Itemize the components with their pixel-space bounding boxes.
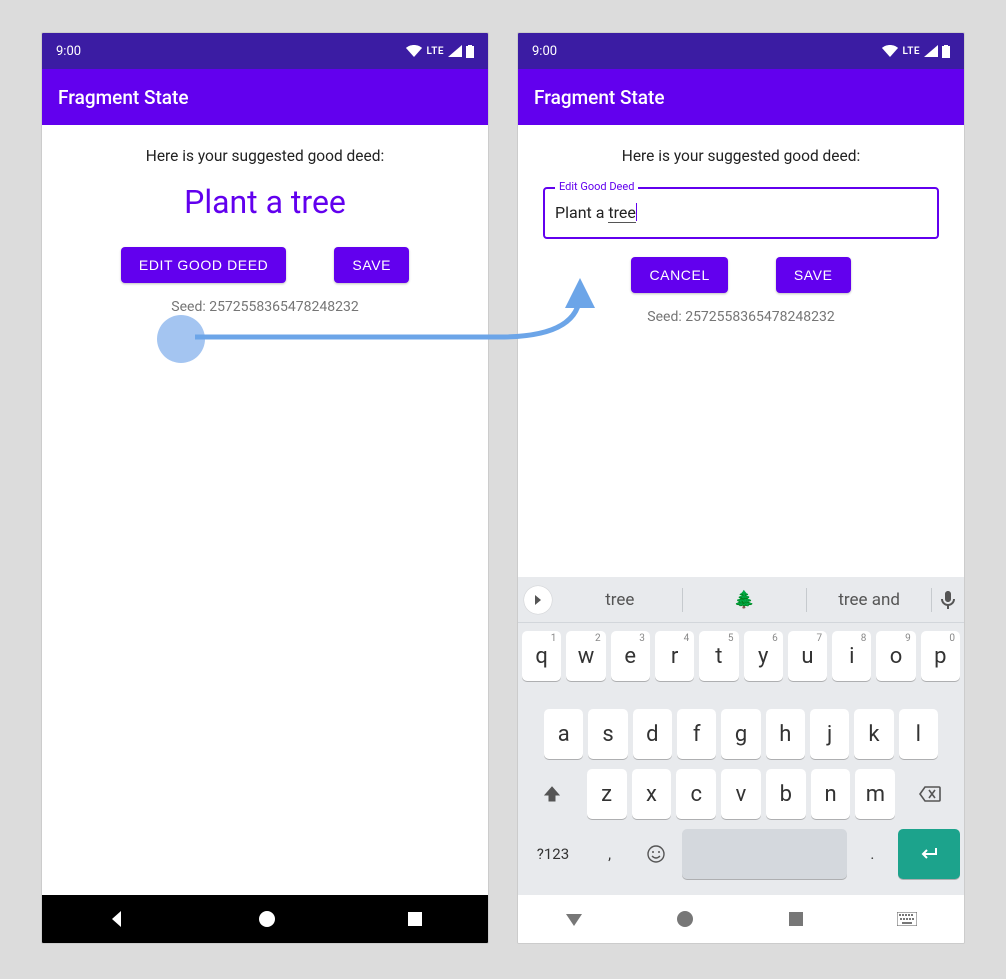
key-x[interactable]: x — [632, 769, 672, 819]
main-content: Here is your suggested good deed: Edit G… — [518, 125, 964, 577]
key-z[interactable]: z — [587, 769, 627, 819]
edit-value-prefix: Plant a — [555, 203, 608, 222]
main-content: Here is your suggested good deed: Plant … — [42, 125, 488, 895]
key-b[interactable]: b — [766, 769, 806, 819]
signal-icon — [924, 45, 938, 57]
soft-keyboard: tree 🌲 tree and qwertyuiop asdfghjkl zxc… — [518, 577, 964, 895]
key-j[interactable]: j — [810, 709, 849, 759]
key-w[interactable]: w — [566, 631, 605, 681]
key-t[interactable]: t — [699, 631, 738, 681]
signal-icon — [448, 45, 462, 57]
key-a[interactable]: a — [544, 709, 583, 759]
key-l[interactable]: l — [899, 709, 938, 759]
status-bar: 9:00 LTE — [42, 33, 488, 69]
nav-keyboard-button[interactable] — [897, 912, 917, 926]
expand-suggestions-button[interactable] — [524, 586, 552, 614]
toolbar-title: Fragment State — [58, 86, 189, 109]
status-icons: LTE — [406, 45, 474, 58]
shift-key[interactable] — [522, 769, 582, 819]
key-u[interactable]: u — [788, 631, 827, 681]
hint-text: Here is your suggested good deed: — [622, 147, 860, 165]
enter-key[interactable] — [898, 829, 960, 879]
period-key[interactable]: . — [852, 829, 893, 879]
app-toolbar: Fragment State — [42, 69, 488, 125]
suggestion-2[interactable]: 🌲 — [683, 588, 808, 612]
clock-text: 9:00 — [532, 44, 557, 59]
key-p[interactable]: p — [921, 631, 960, 681]
edit-value-underlined: tree — [608, 203, 635, 223]
toolbar-title: Fragment State — [534, 86, 665, 109]
cancel-button[interactable]: CANCEL — [631, 257, 727, 293]
nav-home-button[interactable] — [258, 910, 276, 928]
key-h[interactable]: h — [766, 709, 805, 759]
nav-back-button[interactable] — [107, 909, 127, 929]
seed-text: Seed: 2572558365478248232 — [171, 299, 358, 315]
hint-text: Here is your suggested good deed: — [146, 147, 384, 165]
key-q[interactable]: q — [522, 631, 561, 681]
phone-view-read: 9:00 LTE Fragment State Here is your sug… — [41, 32, 489, 944]
key-m[interactable]: m — [855, 769, 895, 819]
suggestion-bar: tree 🌲 tree and — [518, 577, 964, 623]
key-e[interactable]: e — [611, 631, 650, 681]
edit-good-deed-input[interactable]: Edit Good Deed Plant a tree — [543, 187, 939, 239]
symbols-key[interactable]: ?123 — [522, 829, 584, 879]
emoji-key[interactable] — [635, 829, 676, 879]
comma-key[interactable]: , — [589, 829, 630, 879]
text-cursor — [636, 203, 638, 221]
battery-icon — [942, 45, 950, 58]
wifi-icon — [406, 45, 422, 57]
status-icons: LTE — [882, 45, 950, 58]
key-d[interactable]: d — [633, 709, 672, 759]
lte-label: LTE — [902, 46, 920, 57]
key-r[interactable]: r — [655, 631, 694, 681]
key-f[interactable]: f — [677, 709, 716, 759]
key-y[interactable]: y — [744, 631, 783, 681]
status-bar: 9:00 LTE — [518, 33, 964, 69]
key-n[interactable]: n — [811, 769, 851, 819]
nav-back-button[interactable] — [565, 912, 583, 926]
nav-home-button[interactable] — [676, 910, 694, 928]
key-o[interactable]: o — [876, 631, 915, 681]
phone-view-edit: 9:00 LTE Fragment State Here is your sug… — [517, 32, 965, 944]
suggestion-3[interactable]: tree and — [807, 588, 932, 612]
touch-ripple-indicator — [157, 315, 205, 363]
navigation-bar — [42, 895, 488, 943]
key-i[interactable]: i — [832, 631, 871, 681]
key-g[interactable]: g — [721, 709, 760, 759]
space-key[interactable] — [682, 829, 847, 879]
battery-icon — [466, 45, 474, 58]
backspace-key[interactable] — [900, 769, 960, 819]
mic-button[interactable] — [932, 591, 964, 609]
seed-text: Seed: 2572558365478248232 — [647, 309, 834, 325]
lte-label: LTE — [426, 46, 444, 57]
nav-recent-button[interactable] — [407, 911, 423, 927]
key-k[interactable]: k — [854, 709, 893, 759]
key-c[interactable]: c — [676, 769, 716, 819]
nav-recent-button[interactable] — [788, 911, 804, 927]
edit-good-deed-button[interactable]: EDIT GOOD DEED — [121, 247, 287, 283]
app-toolbar: Fragment State — [518, 69, 964, 125]
clock-text: 9:00 — [56, 44, 81, 59]
navigation-bar — [518, 895, 964, 943]
key-s[interactable]: s — [588, 709, 627, 759]
save-button[interactable]: SAVE — [334, 247, 409, 283]
edit-field-label: Edit Good Deed — [555, 180, 638, 193]
wifi-icon — [882, 45, 898, 57]
save-button[interactable]: SAVE — [776, 257, 851, 293]
suggestion-1[interactable]: tree — [558, 588, 683, 612]
key-v[interactable]: v — [721, 769, 761, 819]
deed-text: Plant a tree — [184, 183, 346, 221]
